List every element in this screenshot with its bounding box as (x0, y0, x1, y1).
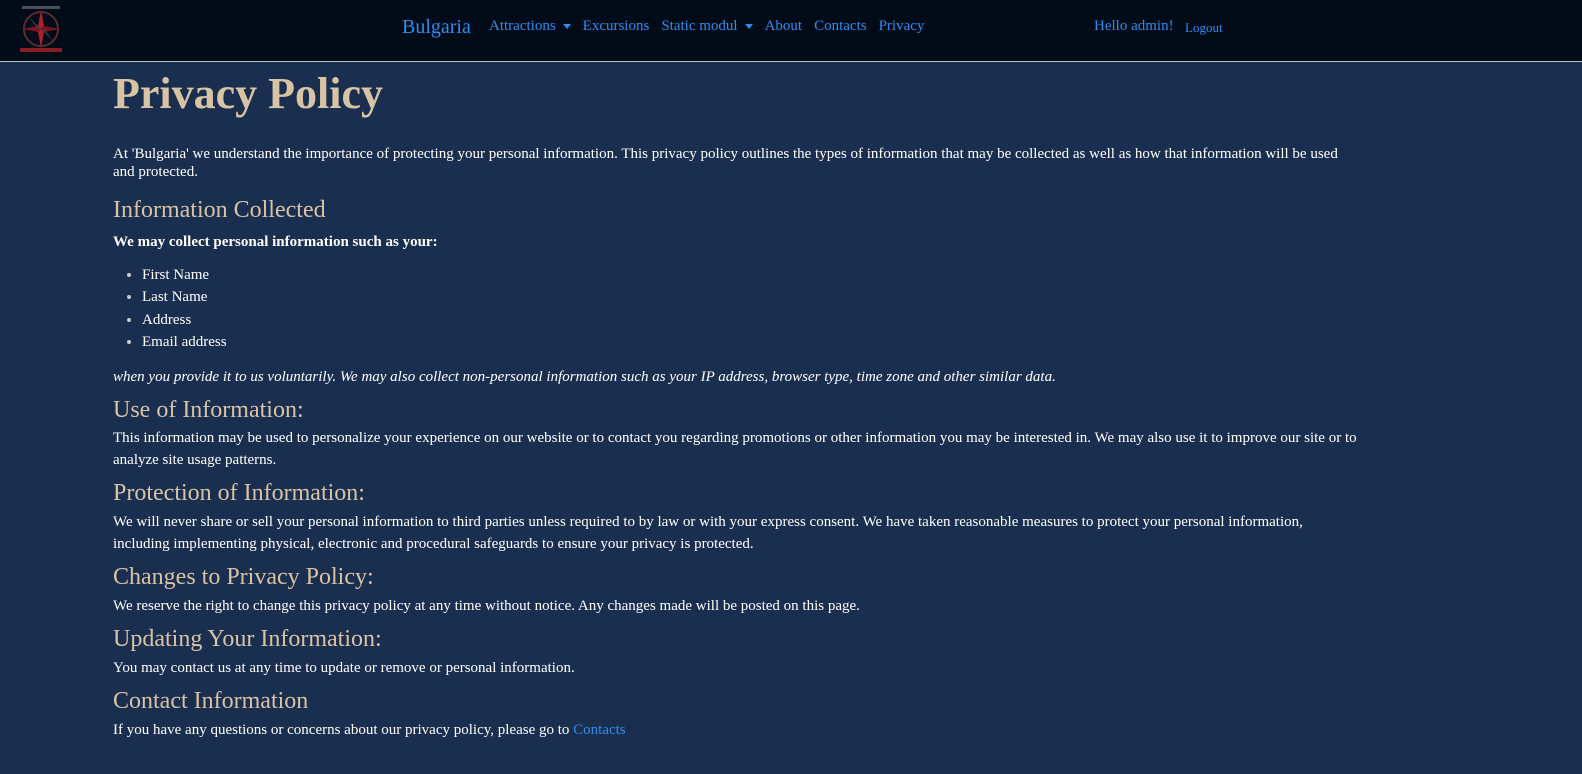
nav-excursions-label: Excursions (582, 18, 650, 34)
nav-contacts-label: Contacts (814, 18, 867, 34)
section-heading-use: Use of Information: (113, 396, 304, 423)
list-item: Last Name (142, 286, 1363, 309)
site-logo[interactable] (14, 4, 68, 56)
nav-about[interactable]: About (765, 18, 803, 35)
contacts-link[interactable]: Contacts (573, 722, 626, 738)
protection-paragraph: We will never share or sell your persona… (113, 514, 1303, 553)
contact-paragraph: If you have any questions or concerns ab… (113, 719, 1363, 741)
caret-down-icon (562, 24, 571, 29)
use-paragraph: This information may be used to personal… (113, 430, 1357, 469)
personal-info-list: First Name Last Name Address Email addre… (113, 264, 1363, 354)
list-item: First Name (142, 264, 1363, 287)
list-item: Email address (142, 331, 1363, 354)
privacy-content: Privacy Policy At 'Bulgaria' we understa… (113, 62, 1363, 741)
caret-down-icon (744, 24, 753, 29)
nav-privacy[interactable]: Privacy (879, 18, 925, 35)
section-heading-protection: Protection of Information: (113, 480, 365, 507)
nav-static-modul-dropdown[interactable]: Static modul (661, 18, 753, 35)
nav-attractions-dropdown[interactable]: Attractions (489, 18, 571, 35)
section-heading-contact: Contact Information (113, 687, 309, 714)
nav-contacts[interactable]: Contacts (814, 18, 867, 35)
updating-paragraph: You may contact us at any time to update… (113, 659, 575, 676)
main-nav: Attractions Excursions Static modul Abou… (489, 18, 936, 35)
user-greeting: Hello admin! (1094, 18, 1174, 34)
top-navbar: Bulgaria Attractions Excursions Static m… (0, 0, 1582, 62)
nav-about-label: About (764, 18, 803, 34)
section-heading-information-collected: Information Collected (113, 196, 326, 223)
information-note: when you provide it to us voluntarily. W… (113, 368, 1056, 385)
nav-attractions-label: Attractions (489, 18, 556, 34)
information-lead: We may collect personal information such… (113, 233, 438, 250)
section-heading-updating: Updating Your Information: (113, 625, 382, 652)
changes-paragraph: We reserve the right to change this priv… (113, 597, 860, 614)
section-heading-changes: Changes to Privacy Policy: (113, 564, 374, 591)
intro-paragraph: At 'Bulgaria' we understand the importan… (113, 145, 1338, 180)
list-item: Address (142, 309, 1363, 332)
nav-privacy-label: Privacy (878, 18, 925, 34)
logout-link[interactable]: Logout (1185, 20, 1223, 36)
brand-link[interactable]: Bulgaria (402, 16, 471, 39)
contact-text: If you have any questions or concerns ab… (113, 721, 570, 738)
nav-excursions[interactable]: Excursions (583, 18, 650, 35)
nav-static-modul-label: Static modul (661, 18, 738, 34)
page-title: Privacy Policy (113, 69, 384, 118)
